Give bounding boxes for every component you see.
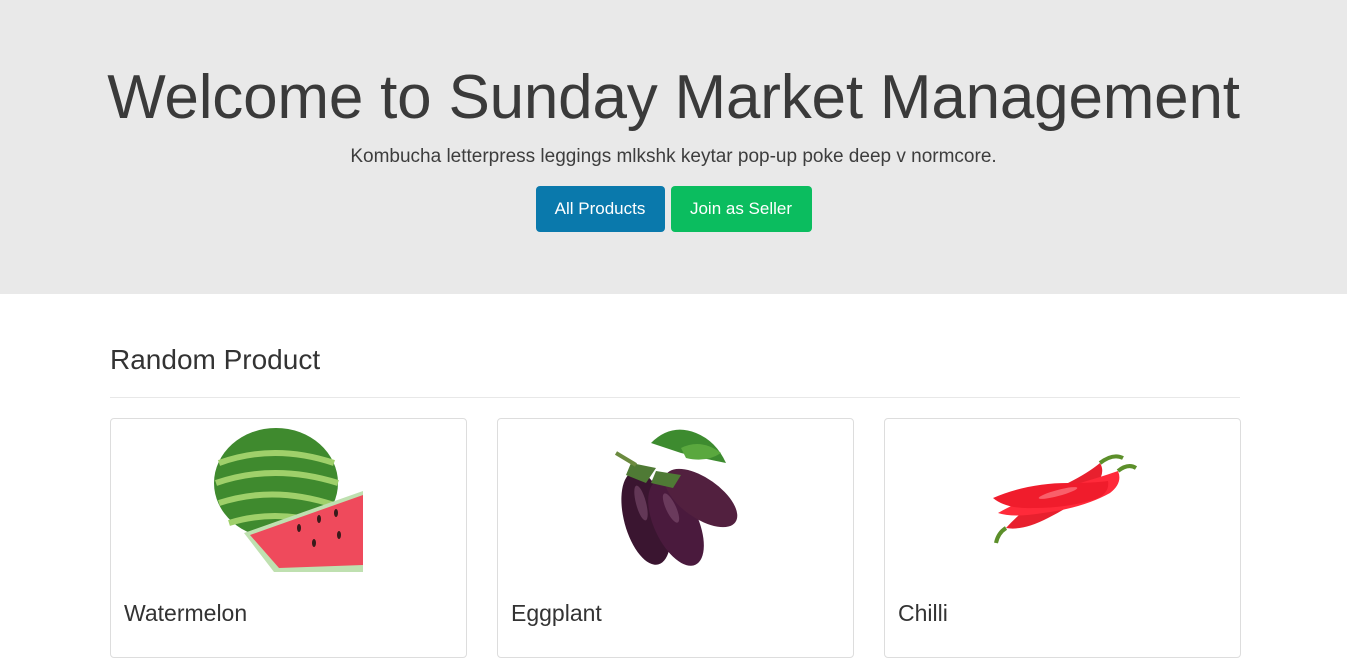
hero-banner: Welcome to Sunday Market Management Komb…	[0, 0, 1347, 294]
hero-title: Welcome to Sunday Market Management	[107, 63, 1240, 132]
section-divider	[110, 397, 1240, 398]
hero-buttons: All Products Join as Seller	[0, 186, 1347, 232]
product-name: Chilli	[898, 600, 948, 626]
product-card-eggplant[interactable]: Eggplant	[497, 418, 854, 658]
watermelon-image	[214, 423, 363, 572]
product-name: Eggplant	[511, 600, 602, 626]
eggplant-image	[601, 423, 750, 572]
hero-subtitle: Kombucha letterpress leggings mlkshk key…	[350, 146, 997, 167]
product-card-watermelon[interactable]: Watermelon	[110, 418, 467, 658]
product-name: Watermelon	[124, 600, 248, 626]
product-card-chilli[interactable]: Chilli	[884, 418, 1241, 658]
chilli-image	[988, 423, 1137, 572]
join-as-seller-button[interactable]: Join as Seller	[670, 186, 812, 232]
all-products-button[interactable]: All Products	[535, 186, 665, 232]
section-title: Random Product	[110, 344, 321, 375]
